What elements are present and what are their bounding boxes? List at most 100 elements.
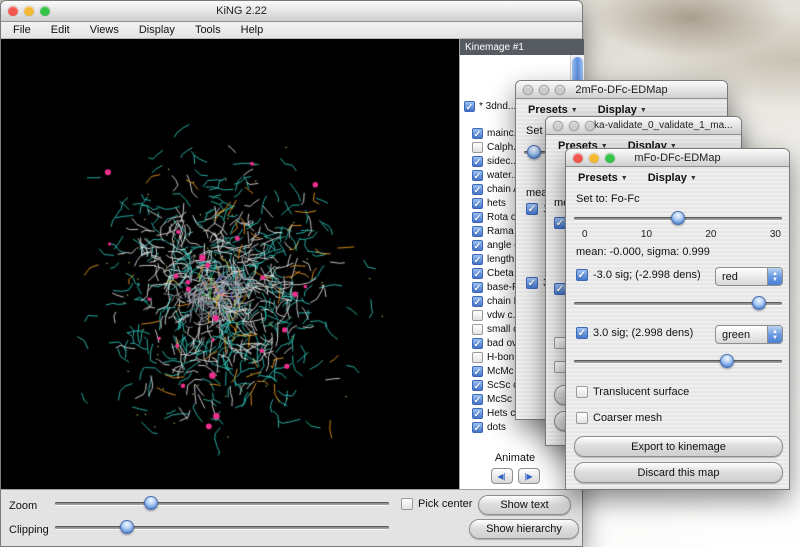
item-checkbox[interactable] (472, 352, 483, 363)
item-checkbox[interactable]: ✓ (472, 226, 483, 237)
pick-center-checkbox[interactable] (401, 498, 413, 510)
item-checkbox[interactable]: ✓ (472, 184, 483, 195)
neg-contour-slider[interactable] (572, 296, 784, 311)
animate-next-button[interactable]: |▶ (518, 468, 540, 484)
zoom-button[interactable] (605, 153, 615, 163)
pos-contour-slider-track[interactable] (574, 360, 782, 363)
clipping-label: Clipping (9, 524, 49, 536)
level-slider-thumb[interactable] (671, 211, 685, 225)
molecule-canvas[interactable] (1, 39, 459, 489)
window-title: pka-validate_0_validate_1_ma... (582, 120, 739, 131)
item-checkbox[interactable]: ✓ (472, 394, 483, 405)
close-button[interactable] (8, 6, 18, 16)
display-menu[interactable]: Display ▼ (598, 104, 647, 116)
contour-checkbox[interactable]: ✓ (526, 277, 538, 289)
item-checkbox[interactable] (472, 324, 483, 335)
item-checkbox[interactable]: ✓ (472, 156, 483, 167)
close-button[interactable] (553, 121, 563, 131)
item-checkbox[interactable]: ✓ (472, 282, 483, 293)
graphics-viewport[interactable] (1, 39, 459, 489)
item-checkbox[interactable]: ✓ (472, 254, 483, 265)
set-to-label: Set to: Fo-Fc (576, 193, 640, 205)
edmap-titlebar[interactable]: mFo-DFc-EDMap (566, 149, 789, 167)
minimize-button[interactable] (539, 85, 549, 95)
menu-display[interactable]: Display (129, 24, 185, 36)
zoom-button[interactable] (40, 6, 50, 16)
zoom-button[interactable] (555, 85, 565, 95)
item-checkbox[interactable]: ✓ (472, 170, 483, 181)
animate-section: Animate ◀| |▶ (460, 452, 570, 484)
discard-map-button[interactable]: Discard this map (574, 462, 783, 483)
popup-arrows-icon: ▲ ▼ (767, 326, 782, 343)
menu-edit[interactable]: Edit (41, 24, 80, 36)
clipping-slider-thumb[interactable] (120, 520, 134, 534)
translucent-option[interactable]: Translucent surface (576, 386, 689, 398)
item-checkbox[interactable]: ✓ (472, 128, 483, 139)
coarser-mesh-checkbox[interactable] (576, 412, 588, 424)
item-checkbox[interactable]: ✓ (472, 240, 483, 251)
item-checkbox[interactable]: ✓ (472, 380, 483, 391)
neg-contour-slider-thumb[interactable] (752, 296, 766, 310)
coarser-mesh-label: Coarser mesh (593, 412, 662, 424)
show-hierarchy-button[interactable]: Show hierarchy (469, 519, 579, 539)
pos-contour-slider[interactable] (572, 354, 784, 369)
mean-sigma-stats: mean: -0.000, sigma: 0.999 (576, 246, 710, 258)
neg-contour-slider-track[interactable] (574, 302, 782, 305)
menu-tools[interactable]: Tools (185, 24, 231, 36)
kinemage-panel-header: Kinemage #1 (460, 39, 584, 55)
neg-contour-checkbox[interactable]: ✓ (576, 269, 588, 281)
item-checkbox[interactable] (472, 310, 483, 321)
item-checkbox[interactable]: ✓ (464, 101, 475, 112)
clipping-slider[interactable] (53, 520, 391, 535)
clipping-slider-track[interactable] (55, 526, 389, 529)
zoom-slider-thumb[interactable] (144, 496, 158, 510)
item-checkbox[interactable]: ✓ (472, 338, 483, 349)
king-titlebar[interactable]: KiNG 2.22 (1, 1, 582, 22)
translucent-checkbox[interactable] (576, 386, 588, 398)
edmap2-titlebar[interactable]: 2mFo-DFc-EDMap (516, 81, 727, 99)
zoom-slider-track[interactable] (55, 502, 389, 505)
minimize-button[interactable] (24, 6, 34, 16)
king-window: KiNG 2.22 File Edit Views Display Tools … (0, 0, 583, 547)
item-checkbox[interactable]: ✓ (472, 212, 483, 223)
level-slider[interactable] (572, 211, 784, 226)
contour-checkbox[interactable]: ✓ (526, 203, 538, 215)
zoom-slider[interactable] (53, 496, 391, 511)
close-button[interactable] (573, 153, 583, 163)
minimize-button[interactable] (589, 153, 599, 163)
menu-file[interactable]: File (3, 24, 41, 36)
export-kinemage-button[interactable]: Export to kinemage (574, 436, 783, 457)
pka-titlebar[interactable]: pka-validate_0_validate_1_ma... (546, 117, 741, 135)
presets-menu[interactable]: Presets ▼ (578, 172, 628, 184)
minimize-button[interactable] (569, 121, 579, 131)
item-checkbox[interactable] (472, 142, 483, 153)
display-menu-label: Display (598, 104, 637, 116)
item-checkbox[interactable]: ✓ (472, 268, 483, 279)
zoom-button[interactable] (585, 121, 595, 131)
pos-color-dropdown[interactable]: green ▲ ▼ (715, 325, 783, 344)
level-slider-ticks: 0 10 20 30 (582, 229, 781, 240)
item-checkbox[interactable]: ✓ (472, 296, 483, 307)
pos-contour-slider-thumb[interactable] (720, 354, 734, 368)
pick-center-option[interactable]: Pick center (401, 498, 472, 510)
pos-contour-checkbox[interactable]: ✓ (576, 327, 588, 339)
menu-help[interactable]: Help (231, 24, 274, 36)
presets-menu[interactable]: Presets ▼ (528, 104, 578, 116)
view-controls: Zoom Pick center Show text Clipping Show… (1, 489, 582, 546)
display-menu[interactable]: Display ▼ (648, 172, 697, 184)
item-label: hets (487, 198, 506, 209)
caret-down-icon: ▼ (640, 107, 647, 114)
animate-prev-button[interactable]: ◀| (491, 468, 513, 484)
item-checkbox[interactable]: ✓ (472, 198, 483, 209)
item-checkbox[interactable]: ✓ (472, 422, 483, 433)
level-slider-thumb[interactable] (527, 145, 541, 159)
menu-views[interactable]: Views (80, 24, 129, 36)
window-controls (573, 153, 615, 163)
show-text-button[interactable]: Show text (478, 495, 571, 515)
item-checkbox[interactable]: ✓ (472, 408, 483, 419)
item-checkbox[interactable]: ✓ (472, 366, 483, 377)
pos-color-value: green (716, 326, 767, 343)
neg-color-dropdown[interactable]: red ▲ ▼ (715, 267, 783, 286)
coarser-mesh-option[interactable]: Coarser mesh (576, 412, 662, 424)
close-button[interactable] (523, 85, 533, 95)
